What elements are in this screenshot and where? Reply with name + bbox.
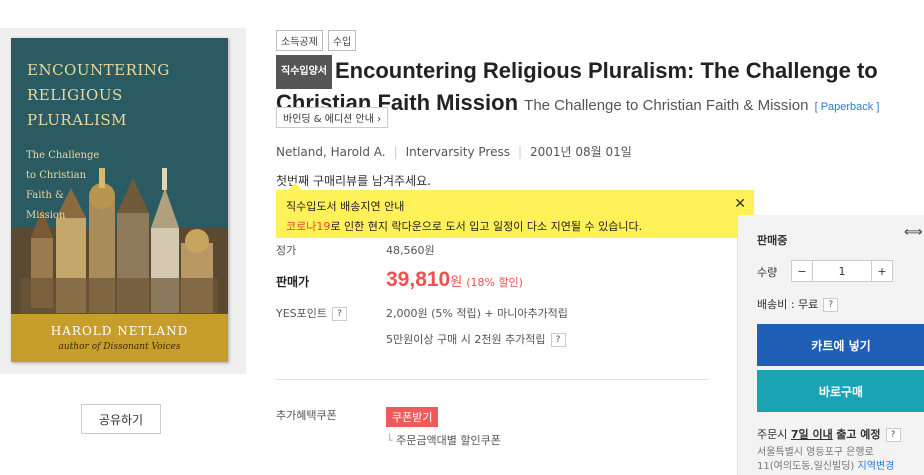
coupon-button[interactable]: 쿠폰받기 [386,407,439,427]
meta-line: Netland, Harold A. | Intervarsity Press … [276,143,632,160]
coupon-desc[interactable]: └ 주문금액대별 할인쿠폰 [386,432,501,448]
cover-band [11,314,228,362]
publisher-link[interactable]: Intervarsity Press [406,145,510,159]
section-divider [276,379,708,380]
author-link[interactable]: Netland, Harold A. [276,145,386,159]
notice-title: 직수입도서 배송지연 안내 [286,200,405,213]
coupon-row: 추가혜택쿠폰 쿠폰받기 [276,407,439,427]
book-cover-image[interactable]: ENCOUNTERING RELIGIOUS PLURALISM The Cha… [11,38,228,362]
format-link[interactable]: [ Paperback ] [815,101,880,113]
resize-cursor-icon: ⟺ [904,225,923,240]
product-subtitle: The Challenge to Christian Faith & Missi… [524,97,809,114]
tag-import: 수입 [327,30,357,51]
help-icon[interactable]: ? [823,298,839,312]
import-badge: 직수입양서 [276,55,332,89]
publish-date: 2001년 08월 01일 [530,145,632,159]
divider: | [393,144,398,159]
sale-price-row: 판매가 39,810 원 (18% 할인) [276,268,523,291]
quantity-stepper: − 1 + [791,260,893,282]
tag-list: 소득공제 수입 [276,30,357,51]
chevron-right-icon: › [377,114,382,125]
cover-area: ENCOUNTERING RELIGIOUS PLURALISM The Cha… [0,28,246,374]
tag-income-deduction: 소득공제 [276,30,323,51]
cover-title: ENCOUNTERING RELIGIOUS PLURALISM [27,61,170,129]
binding-edition-button[interactable]: 바인딩 & 에디션 안내 › [276,107,389,128]
points-row: YES포인트? 2,000원 (5% 적립) + 마니아추가적립 [276,307,568,321]
list-price-row: 정가 48,560원 [276,244,435,257]
delivery-estimate: 주문시 7일 이내 출고 예정? [757,426,901,442]
quantity-label: 수량 [757,266,778,279]
discount-rate: (18% 할인) [466,276,523,289]
plus-button[interactable]: + [871,260,893,282]
cover-author: HAROLD NETLAND [50,324,189,338]
help-icon[interactable]: ? [332,307,348,321]
list-price: 48,560원 [386,244,435,257]
notice-body: 코로나19로 인한 현지 락다운으로 도서 입고 일정이 다소 지연될 수 있습… [286,220,643,233]
sale-price: 39,810 [386,268,451,291]
sale-status: 판매중 [757,234,788,247]
change-region-link[interactable]: 지역변경 [858,461,895,472]
help-icon[interactable]: ? [885,428,901,442]
points-value: 2,000원 (5% 적립) + 마니아추가적립 [386,307,568,320]
divider: | [517,144,523,159]
shipping-fee: 배송비 : 무료? [757,296,839,312]
minus-button[interactable]: − [791,260,813,282]
share-button[interactable]: 공유하기 [81,404,161,434]
add-to-cart-button[interactable]: 카트에 넣기 [757,324,924,366]
help-icon[interactable]: ? [550,333,566,347]
buy-now-button[interactable]: 바로구매 [757,370,924,412]
purchase-panel: 판매중 수량 − 1 + 배송비 : 무료? 카트에 넣기 바로구매 주문시 7… [737,215,924,475]
delivery-address: 서울특별시 영등포구 은행로 11(여의도동,일신빌딩) 지역변경 [757,447,895,472]
cover-subtitle: The Challenge to Christian Faith & Missi… [26,150,100,221]
cover-tagline: author of Dissonant Voices [58,342,181,352]
close-icon[interactable]: ✕ [734,196,746,212]
quantity-input[interactable]: 1 [813,260,871,282]
delay-notice-tooltip: 직수입도서 배송지연 안내 코로나19로 인한 현지 락다운으로 도서 입고 일… [276,183,754,238]
points-extra-row: 5만원이상 구매 시 2천원 추가적립? [276,331,566,347]
